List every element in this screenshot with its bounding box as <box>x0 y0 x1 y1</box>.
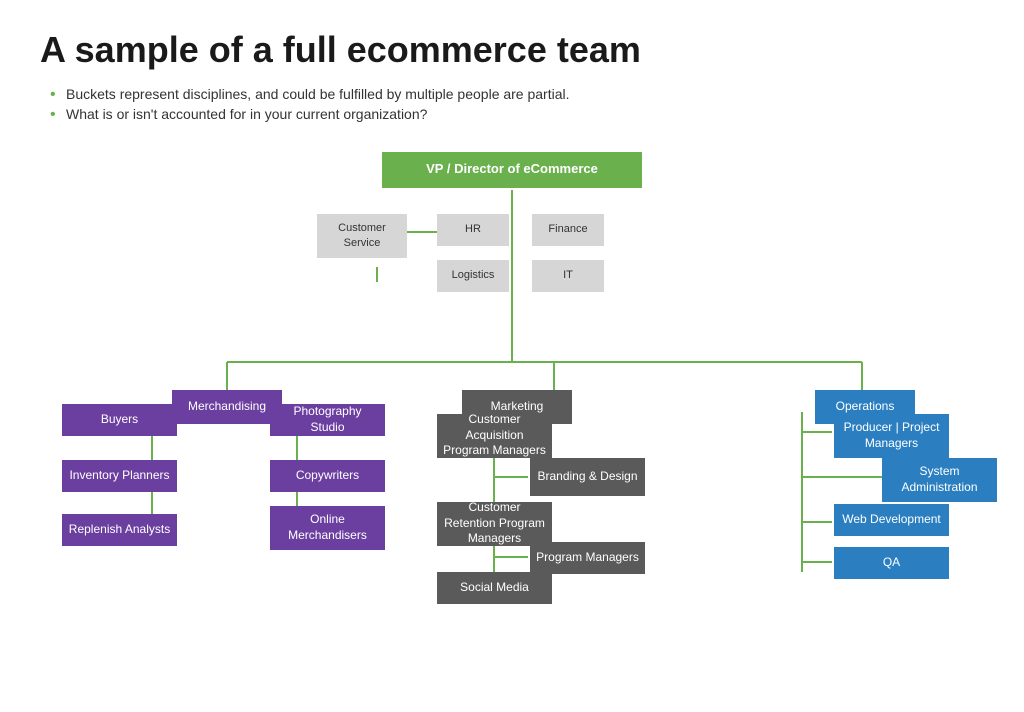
bullet-1: Buckets represent disciplines, and could… <box>50 86 984 102</box>
web-development-box: Web Development <box>834 504 949 536</box>
buyers-box: Buyers <box>62 404 177 436</box>
org-chart: VP / Director of eCommerce Customer Serv… <box>42 142 982 602</box>
hr-box: HR <box>437 214 509 246</box>
slide: A sample of a full ecommerce team Bucket… <box>0 0 1024 712</box>
slide-title: A sample of a full ecommerce team <box>40 30 984 70</box>
producer-project-box: Producer | Project Managers <box>834 414 949 458</box>
customer-acquisition-box: Customer Acquisition Program Managers <box>437 414 552 458</box>
copywriters-box: Copywriters <box>270 460 385 492</box>
bullet-list: Buckets represent disciplines, and could… <box>40 86 984 122</box>
program-managers-box: Program Managers <box>530 542 645 574</box>
merchandising-box: Merchandising <box>172 390 282 424</box>
system-admin-box: System Administration <box>882 458 997 502</box>
branding-design-box: Branding & Design <box>530 458 645 496</box>
vp-box: VP / Director of eCommerce <box>382 152 642 188</box>
customer-service-box: Customer Service <box>317 214 407 258</box>
social-media-box: Social Media <box>437 572 552 604</box>
online-merchandisers-box: Online Merchandisers <box>270 506 385 550</box>
inventory-planners-box: Inventory Planners <box>62 460 177 492</box>
qa-box: QA <box>834 547 949 579</box>
replenish-analysts-box: Replenish Analysts <box>62 514 177 546</box>
photography-studio-box: Photography Studio <box>270 404 385 436</box>
logistics-box: Logistics <box>437 260 509 292</box>
customer-retention-box: Customer Retention Program Managers <box>437 502 552 546</box>
bullet-2: What is or isn't accounted for in your c… <box>50 106 984 122</box>
it-box: IT <box>532 260 604 292</box>
finance-box: Finance <box>532 214 604 246</box>
